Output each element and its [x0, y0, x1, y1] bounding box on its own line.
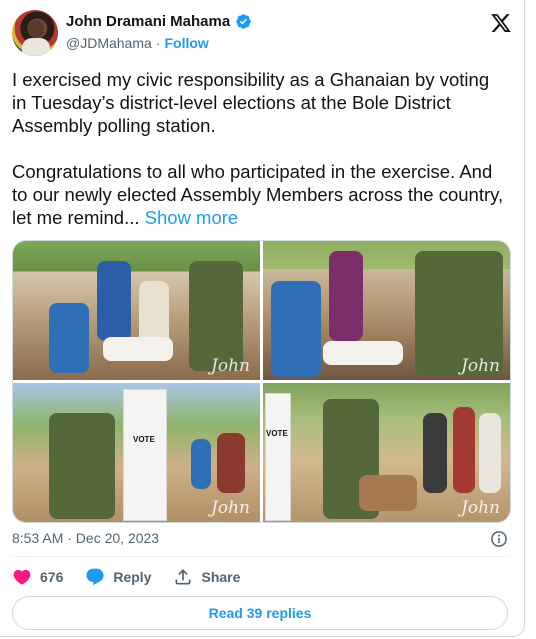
- photo-1[interactable]: John: [13, 241, 260, 380]
- photo-3-ballot-screen: [123, 389, 167, 521]
- read-replies-button[interactable]: Read 39 replies: [12, 596, 508, 630]
- like-count: 676: [40, 569, 64, 585]
- photo-3-figure-crowd: [217, 433, 245, 493]
- reply-label: Reply: [113, 569, 152, 585]
- photo-3-vote-label: VOTE: [133, 435, 155, 444]
- avatar-shirt: [22, 38, 50, 56]
- photo-2-figure-standing: [329, 251, 363, 341]
- photo-1-watermark: John: [211, 356, 250, 376]
- author-handle[interactable]: @JDMahama: [66, 35, 152, 51]
- handle-separator: ·: [155, 35, 161, 51]
- show-more-link[interactable]: Show more: [145, 207, 239, 228]
- photo-1-figure-standing: [97, 261, 131, 341]
- photo-1-figure-official: [49, 303, 89, 373]
- verified-badge-icon: [236, 14, 251, 29]
- photo-3[interactable]: VOTE John: [13, 383, 260, 522]
- photo-3-figure-official: [191, 439, 211, 489]
- like-button[interactable]: 676: [12, 567, 63, 587]
- photo-4-figure-crowd-1: [423, 413, 447, 493]
- photo-1-register: [103, 337, 173, 361]
- tweet-paragraph-1: I exercised my civic responsibility as a…: [12, 69, 490, 136]
- actions-divider: [12, 556, 508, 557]
- photo-3-figure-green-shirt: [49, 413, 115, 519]
- share-button[interactable]: Share: [173, 567, 240, 587]
- share-icon: [175, 569, 191, 585]
- photo-2-figure-official: [271, 281, 321, 377]
- tweet-text: I exercised my civic responsibility as a…: [12, 68, 508, 229]
- share-label: Share: [201, 569, 241, 585]
- tweet-paragraph-2-text: Congratulations to all who participated …: [12, 161, 504, 228]
- author-name[interactable]: John Dramani Mahama: [66, 13, 230, 30]
- photo-2[interactable]: John: [263, 241, 510, 380]
- follow-button[interactable]: Follow: [164, 35, 208, 51]
- timestamp-row: 8:53 AM · Dec 20, 2023: [12, 530, 508, 550]
- avatar-face: [28, 20, 44, 38]
- reply-bubble-icon: [86, 568, 104, 586]
- photo-4-figure-crowd-3: [479, 413, 501, 493]
- photo-2-watermark: John: [461, 356, 500, 376]
- photo-4-figure-crowd-2: [453, 407, 475, 493]
- heart-icon: [13, 569, 31, 585]
- photo-4-ballot-box: [359, 475, 417, 511]
- photo-3-watermark: John: [211, 498, 250, 518]
- tweet-paragraph-2: Congratulations to all who participated …: [12, 160, 508, 229]
- tweet-card: John Dramani Mahama @JDMahama · Follow I…: [0, 0, 525, 637]
- author-avatar[interactable]: [12, 10, 58, 56]
- info-icon[interactable]: [490, 530, 508, 548]
- photo-2-register: [323, 341, 403, 365]
- tweet-timestamp[interactable]: 8:53 AM · Dec 20, 2023: [12, 530, 159, 546]
- photo-4-ballot-screen: [265, 393, 291, 521]
- read-replies-label: Read 39 replies: [208, 605, 312, 621]
- reply-button[interactable]: Reply: [85, 567, 151, 587]
- photo-4[interactable]: VOTE John: [263, 383, 510, 522]
- photo-4-watermark: John: [461, 498, 500, 518]
- x-logo-icon[interactable]: [490, 12, 512, 34]
- photo-4-vote-label: VOTE: [266, 429, 288, 438]
- action-bar: 676 Reply Share: [12, 566, 262, 588]
- photo-1-figure-green-shirt: [189, 261, 243, 371]
- author-name-row: John Dramani Mahama: [66, 13, 252, 30]
- media-grid: John John VOTE John VOTE John: [12, 240, 511, 523]
- tweet-header: John Dramani Mahama @JDMahama · Follow: [12, 10, 512, 58]
- author-handle-row: @JDMahama · Follow: [66, 35, 209, 51]
